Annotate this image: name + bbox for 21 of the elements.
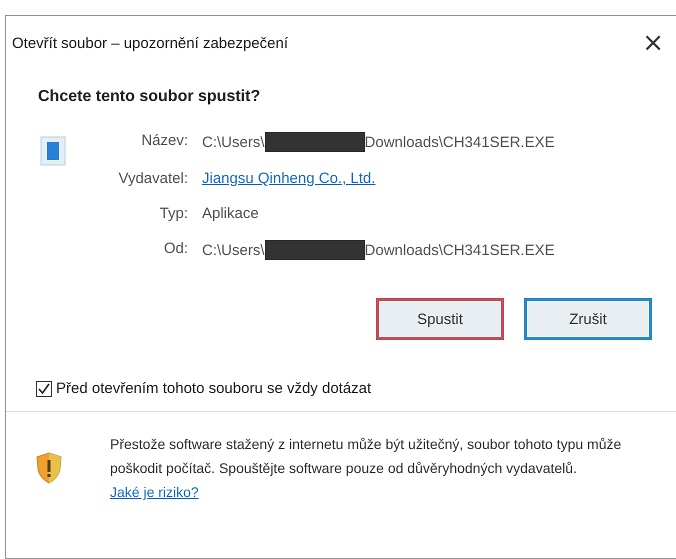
field-label: Vydavatel: [118, 170, 188, 187]
checkbox-label: Před otevřením tohoto souboru se vždy dotázat [56, 380, 372, 397]
risk-link[interactable]: Jaké je riziko? [110, 484, 199, 500]
path-text: C:\Users\ [202, 242, 265, 258]
close-button[interactable]: × [638, 28, 668, 58]
field-label: Název: [140, 132, 188, 151]
field-label: Typ: [158, 205, 188, 222]
warning-text: Přestože software stažený z internetu může být užitečný, soubor tohoto typu může poškodit počítač. Spouštějte software pouze od důvěryhodných vydavatelů. Jaké je riziko? [110, 435, 622, 502]
publisher-link[interactable]: Jiangsu Qinheng Co., Ltd. [202, 170, 376, 187]
path-text: Downloads\CH341SER.EXE [364, 134, 555, 150]
dialog-heading: Chcete tento soubor spustit? [38, 88, 262, 106]
dialog-button[interactable]: Spustit [376, 298, 504, 340]
checkbox[interactable] [36, 380, 52, 396]
field-label: Od: [162, 240, 188, 259]
application-icon [40, 136, 66, 166]
dialog-button[interactable]: Zrušit [524, 298, 652, 340]
path-text: Downloads\CH341SER.EXE [364, 242, 555, 258]
shield-warning-icon [36, 452, 62, 484]
field-value: Aplikace [202, 205, 259, 222]
path-text: C:\Users\ [202, 134, 265, 150]
window-title: Otevřít soubor – upozornění zabezpečení [12, 34, 288, 52]
